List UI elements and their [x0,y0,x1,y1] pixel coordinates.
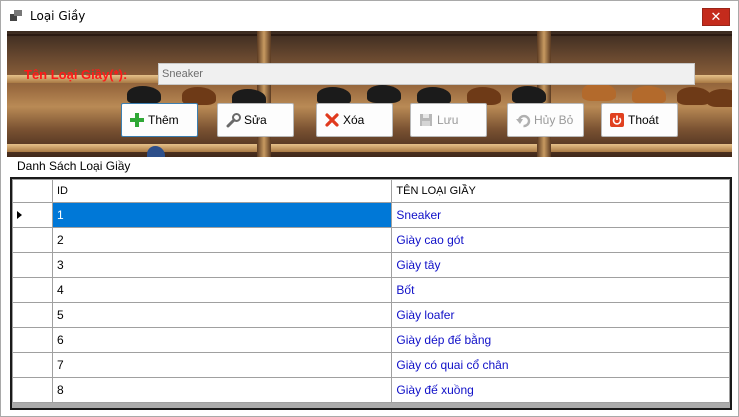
edit-button[interactable]: Sửa [217,103,294,137]
cell-id[interactable]: 8 [51,377,393,403]
exit-button-label: Thoát [628,113,659,127]
shoe-type-name-label: Tên Loại Giầy(*): [24,67,128,82]
header-banner-image [7,31,732,157]
row-header[interactable] [12,277,53,303]
column-header-name[interactable]: TÊN LOẠI GIẦY [391,179,730,203]
table-row[interactable]: 6 Giày dép đế bằng [12,327,730,353]
cell-id[interactable]: 5 [51,302,393,328]
delete-button-label: Xóa [343,113,365,127]
cancel-button-label: Hủy Bỏ [534,113,574,127]
table-row[interactable]: 8 Giày đế xuồng [12,377,730,403]
close-icon: ✕ [710,9,722,25]
row-header-corner [12,179,53,203]
save-button[interactable]: Lưu [410,103,487,137]
table-row[interactable]: 3 Giày tây [12,252,730,278]
cell-name[interactable]: Giày tây [391,252,730,278]
list-group-label: Danh Sách Loại Giầy [17,159,131,173]
table-row[interactable]: 4 Bốt [12,277,730,303]
undo-icon [515,112,531,128]
table-row[interactable]: 1 Sneaker [12,202,730,228]
x-icon [324,112,340,128]
power-icon [609,112,625,128]
window-title: Loại Giầy [30,9,86,23]
table-row[interactable]: 7 Giày có quai cổ chân [12,352,730,378]
cell-name[interactable]: Giày đế xuồng [391,377,730,403]
column-header-id[interactable]: ID [51,179,393,203]
cell-id[interactable]: 2 [51,227,393,253]
cell-name[interactable]: Giày cao gót [391,227,730,253]
add-button-label: Thêm [148,113,179,127]
shoe-type-name-input[interactable]: Sneaker [158,63,695,85]
cell-name[interactable]: Bốt [391,277,730,303]
cell-id[interactable]: 6 [51,327,393,353]
table-header-row: ID TÊN LOẠI GIẦY [12,179,730,203]
data-table: ID TÊN LOẠI GIẦY 1 Sneaker 2 Giày cao gó… [12,179,730,403]
wrench-icon [225,112,241,128]
cell-id[interactable]: 4 [51,277,393,303]
table-row[interactable]: 5 Giày loafer [12,302,730,328]
floppy-disk-icon [418,112,434,128]
cell-id[interactable]: 1 [51,202,393,228]
cell-id[interactable]: 3 [51,252,393,278]
delete-button[interactable]: Xóa [316,103,393,137]
row-header[interactable] [12,227,53,253]
app-window: Loại Giầy ✕ Tên Loại Giầy(*): Sneaker Th… [0,0,739,417]
cell-name[interactable]: Giày loafer [391,302,730,328]
table-row[interactable]: 2 Giày cao gót [12,227,730,253]
title-bar: Loại Giầy ✕ [1,1,738,31]
row-header[interactable] [12,327,53,353]
window-icon [10,10,22,22]
current-row-arrow-icon [17,211,22,219]
save-button-label: Lưu [437,113,459,127]
cell-name[interactable]: Giày dép đế bằng [391,327,730,353]
exit-button[interactable]: Thoát [601,103,678,137]
row-header[interactable] [12,377,53,403]
add-button[interactable]: Thêm [121,103,198,137]
edit-button-label: Sửa [244,113,267,127]
cell-id[interactable]: 7 [51,352,393,378]
row-header[interactable] [12,352,53,378]
plus-icon [129,112,145,128]
cell-name[interactable]: Giày có quai cổ chân [391,352,730,378]
row-header[interactable] [12,252,53,278]
row-header[interactable] [12,202,53,228]
shoe-type-grid[interactable]: ID TÊN LOẠI GIẦY 1 Sneaker 2 Giày cao gó… [10,177,732,410]
cancel-button[interactable]: Hủy Bỏ [507,103,584,137]
close-button[interactable]: ✕ [702,8,730,26]
row-header[interactable] [12,302,53,328]
cell-name[interactable]: Sneaker [391,202,730,228]
